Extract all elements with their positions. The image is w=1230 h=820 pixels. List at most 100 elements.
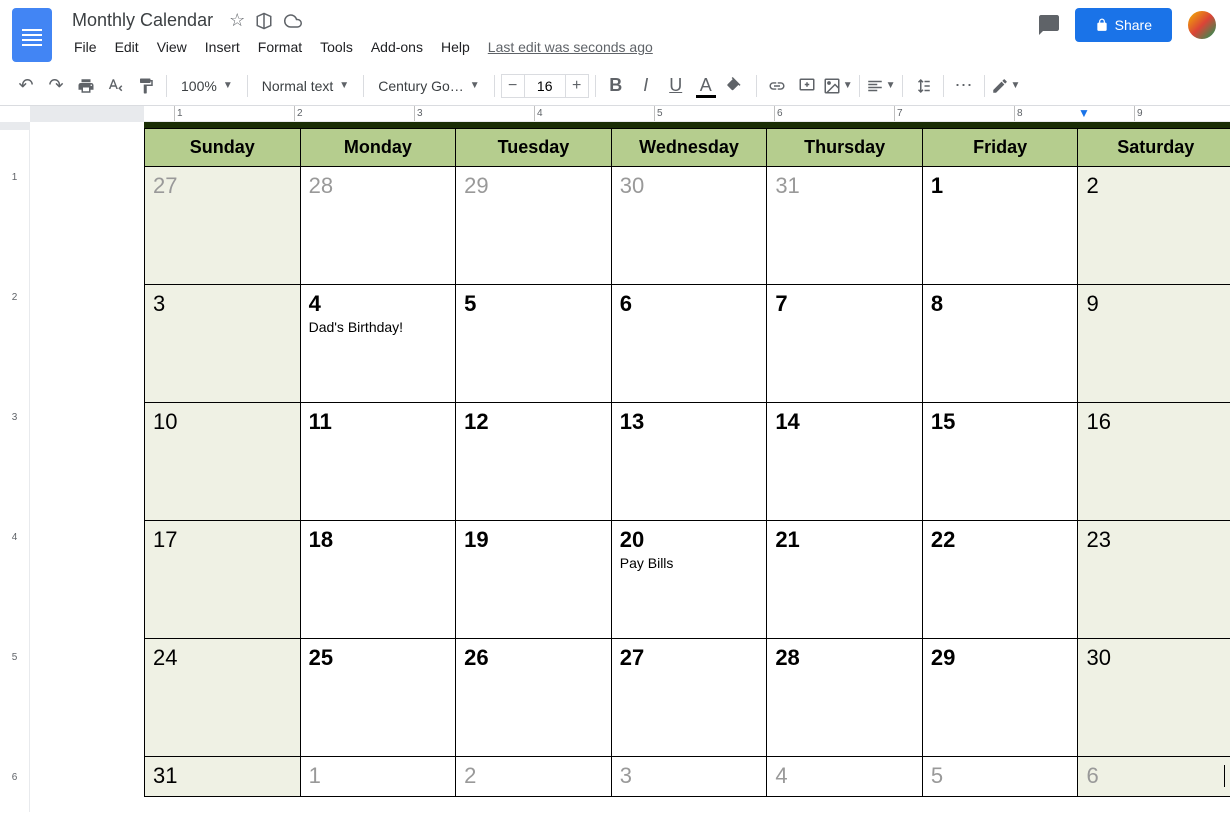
- account-avatar[interactable]: [1186, 9, 1218, 41]
- menu-file[interactable]: File: [66, 35, 105, 59]
- comments-icon[interactable]: [1037, 13, 1061, 37]
- calendar-table[interactable]: SundayMondayTuesdayWednesdayThursdayFrid…: [144, 122, 1230, 797]
- italic-button[interactable]: I: [632, 72, 660, 100]
- calendar-cell[interactable]: 30: [612, 167, 768, 285]
- print-button[interactable]: [72, 72, 100, 100]
- calendar-cell[interactable]: 20Pay Bills: [612, 521, 768, 639]
- insert-image-button[interactable]: ▼: [823, 72, 853, 100]
- undo-button[interactable]: ↶: [12, 72, 40, 100]
- menu-addons[interactable]: Add-ons: [363, 35, 431, 59]
- calendar-cell[interactable]: 17: [144, 521, 301, 639]
- calendar-cell[interactable]: 2: [456, 757, 612, 797]
- calendar-cell[interactable]: 5: [456, 285, 612, 403]
- calendar-header-cell[interactable]: Saturday: [1078, 128, 1230, 167]
- insert-comment-button[interactable]: [793, 72, 821, 100]
- paint-format-button[interactable]: [132, 72, 160, 100]
- calendar-header-cell[interactable]: Thursday: [767, 128, 923, 167]
- redo-button[interactable]: ↷: [42, 72, 70, 100]
- calendar-cell[interactable]: 14: [767, 403, 923, 521]
- document-title[interactable]: Monthly Calendar: [66, 8, 219, 33]
- font-dropdown[interactable]: Century Go…▼: [370, 72, 488, 100]
- indent-marker-icon[interactable]: ▼: [1078, 106, 1090, 120]
- highlight-color-button[interactable]: [722, 72, 750, 100]
- calendar-cell[interactable]: 21: [767, 521, 923, 639]
- line-spacing-button[interactable]: [909, 72, 937, 100]
- style-dropdown[interactable]: Normal text▼: [254, 72, 357, 100]
- menu-tools[interactable]: Tools: [312, 35, 361, 59]
- font-size-increase[interactable]: +: [565, 74, 589, 98]
- calendar-cell[interactable]: 31: [144, 757, 301, 797]
- calendar-cell[interactable]: 31: [767, 167, 923, 285]
- calendar-cell[interactable]: 5: [923, 757, 1079, 797]
- calendar-header-cell[interactable]: Tuesday: [456, 128, 612, 167]
- calendar-cell[interactable]: 1: [923, 167, 1079, 285]
- calendar-cell[interactable]: 19: [456, 521, 612, 639]
- insert-link-button[interactable]: [763, 72, 791, 100]
- calendar-cell[interactable]: 28: [767, 639, 923, 757]
- calendar-cell[interactable]: 25: [301, 639, 457, 757]
- calendar-cell[interactable]: 24: [144, 639, 301, 757]
- calendar-cell[interactable]: 1: [301, 757, 457, 797]
- star-icon[interactable]: ☆: [229, 10, 245, 31]
- menu-insert[interactable]: Insert: [197, 35, 248, 59]
- horizontal-ruler[interactable]: 123456789 ▼: [30, 106, 1230, 122]
- calendar-cell[interactable]: 6: [612, 285, 768, 403]
- calendar-event[interactable]: Dad's Birthday!: [309, 319, 448, 335]
- day-number: 24: [153, 645, 292, 671]
- zoom-dropdown[interactable]: 100%▼: [173, 72, 241, 100]
- calendar-cell[interactable]: 7: [767, 285, 923, 403]
- calendar-cell[interactable]: 29: [923, 639, 1079, 757]
- docs-logo-icon[interactable]: [12, 8, 52, 62]
- calendar-cell[interactable]: 23: [1078, 521, 1230, 639]
- day-number: 30: [620, 173, 759, 199]
- calendar-cell[interactable]: 28: [301, 167, 457, 285]
- calendar-cell[interactable]: 11: [301, 403, 457, 521]
- text-color-button[interactable]: A: [692, 72, 720, 100]
- calendar-cell[interactable]: 18: [301, 521, 457, 639]
- calendar-cell[interactable]: 27: [144, 167, 301, 285]
- calendar-cell[interactable]: 2: [1078, 167, 1230, 285]
- calendar-cell[interactable]: 3: [612, 757, 768, 797]
- document-canvas[interactable]: SundayMondayTuesdayWednesdayThursdayFrid…: [30, 122, 1230, 812]
- calendar-cell[interactable]: 12: [456, 403, 612, 521]
- editing-mode-button[interactable]: ▼: [991, 72, 1021, 100]
- day-number: 30: [1086, 645, 1225, 671]
- move-icon[interactable]: [255, 12, 273, 30]
- last-edit-link[interactable]: Last edit was seconds ago: [488, 39, 653, 55]
- calendar-cell[interactable]: 3: [144, 285, 301, 403]
- calendar-cell[interactable]: 15: [923, 403, 1079, 521]
- calendar-cell[interactable]: 10: [144, 403, 301, 521]
- share-button[interactable]: Share: [1075, 8, 1172, 42]
- calendar-cell[interactable]: 6: [1078, 757, 1230, 797]
- align-button[interactable]: ▼: [866, 72, 896, 100]
- calendar-cell[interactable]: 9: [1078, 285, 1230, 403]
- calendar-cell[interactable]: 22: [923, 521, 1079, 639]
- calendar-cell[interactable]: 4: [767, 757, 923, 797]
- calendar-header-cell[interactable]: Wednesday: [612, 128, 768, 167]
- ruler-tick: 2: [0, 292, 29, 303]
- font-size-input[interactable]: [525, 74, 565, 98]
- calendar-cell[interactable]: 13: [612, 403, 768, 521]
- calendar-cell[interactable]: 8: [923, 285, 1079, 403]
- calendar-cell[interactable]: 16: [1078, 403, 1230, 521]
- calendar-cell[interactable]: 27: [612, 639, 768, 757]
- calendar-event[interactable]: Pay Bills: [620, 555, 759, 571]
- menu-view[interactable]: View: [149, 35, 195, 59]
- vertical-ruler[interactable]: 123456: [0, 122, 30, 812]
- calendar-cell[interactable]: 29: [456, 167, 612, 285]
- underline-button[interactable]: U: [662, 72, 690, 100]
- calendar-cell[interactable]: 26: [456, 639, 612, 757]
- calendar-cell[interactable]: 4Dad's Birthday!: [301, 285, 457, 403]
- cloud-status-icon[interactable]: [283, 12, 303, 30]
- menu-edit[interactable]: Edit: [107, 35, 147, 59]
- calendar-header-cell[interactable]: Sunday: [144, 128, 301, 167]
- more-button[interactable]: ⋯: [950, 72, 978, 100]
- calendar-cell[interactable]: 30: [1078, 639, 1230, 757]
- menu-format[interactable]: Format: [250, 35, 310, 59]
- calendar-header-cell[interactable]: Friday: [923, 128, 1079, 167]
- menu-help[interactable]: Help: [433, 35, 478, 59]
- spellcheck-button[interactable]: [102, 72, 130, 100]
- calendar-header-cell[interactable]: Monday: [301, 128, 457, 167]
- bold-button[interactable]: B: [602, 72, 630, 100]
- font-size-decrease[interactable]: −: [501, 74, 525, 98]
